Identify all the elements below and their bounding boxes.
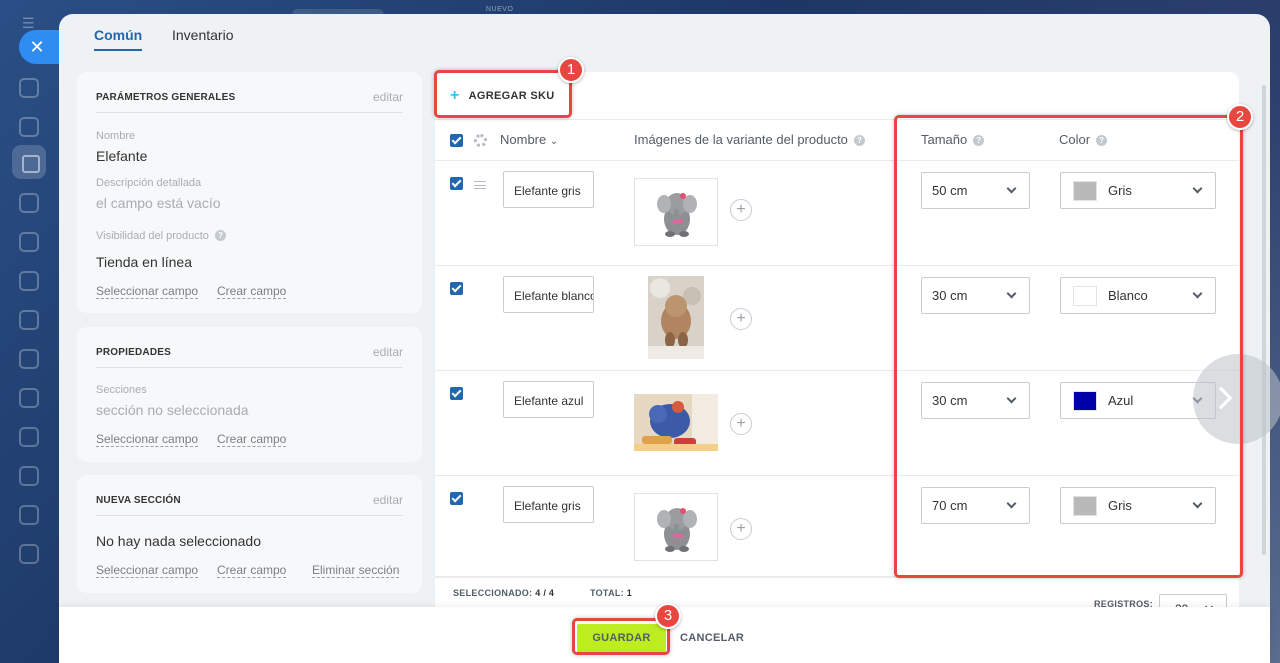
field-value-nothing-selected: No hay nada seleccionado <box>96 533 262 549</box>
selected-count: SELECCIONADO: 4 / 4 <box>453 588 555 598</box>
field-label-descripcion: Descripción detallada <box>96 177 202 189</box>
sidebar-store-icon[interactable] <box>19 388 39 408</box>
chevron-down-icon: ⌄ <box>549 136 559 147</box>
card-header: NUEVA SECCIÓN editar <box>96 492 403 516</box>
sidebar-target-icon[interactable] <box>19 427 39 447</box>
sku-name-input[interactable]: Elefante blanco <box>503 276 594 313</box>
gear-icon[interactable] <box>474 134 487 147</box>
close-icon: ✕ <box>29 37 45 57</box>
add-image-button[interactable]: + <box>730 199 752 221</box>
drag-handle-icon[interactable] <box>474 181 486 189</box>
card-header: PARÁMETROS GENERALES editar <box>96 89 403 113</box>
row-checkbox[interactable] <box>450 492 463 505</box>
sidebar-calendar-icon[interactable] <box>19 349 39 369</box>
annotation-badge-3: 3 <box>655 603 681 629</box>
product-image[interactable] <box>634 394 718 451</box>
sku-name-input[interactable]: Elefante gris <box>503 171 594 208</box>
add-image-button[interactable]: + <box>730 518 752 540</box>
card-edit-link[interactable]: editar <box>373 345 403 359</box>
annotation-badge-1: 1 <box>558 57 584 83</box>
add-image-button[interactable]: + <box>730 413 752 435</box>
card-edit-link[interactable]: editar <box>373 493 403 507</box>
select-all-checkbox[interactable] <box>450 134 463 147</box>
select-field-link[interactable]: Seleccionar campo <box>96 285 199 299</box>
sidebar-robot-icon[interactable] <box>19 193 39 213</box>
sidebar-crm-icon[interactable] <box>12 145 46 179</box>
field-label-nombre: Nombre <box>96 130 136 142</box>
card-title: PARÁMETROS GENERALES <box>96 92 236 103</box>
card-title: PROPIEDADES <box>96 347 171 358</box>
close-slider-button[interactable]: ✕ <box>19 30 59 64</box>
highlight-properties-columns <box>894 115 1243 578</box>
create-field-link[interactable]: Crear campo <box>217 433 287 447</box>
sku-name-input[interactable]: Elefante azul <box>503 381 594 418</box>
create-field-link[interactable]: Crear campo <box>217 564 287 578</box>
row-checkbox[interactable] <box>450 177 463 190</box>
tab-inventario[interactable]: Inventario <box>172 27 233 43</box>
elephant-gray-image <box>657 193 697 237</box>
product-image[interactable] <box>648 276 704 359</box>
sidebar-chat-icon[interactable] <box>19 310 39 330</box>
card-new-section: NUEVA SECCIÓN editar No hay nada selecci… <box>77 475 422 593</box>
highlight-add-sku <box>434 70 572 118</box>
elephant-white-image <box>648 276 704 359</box>
column-images-header: Imágenes de la variante del producto? <box>634 132 865 147</box>
field-value-secciones[interactable]: sección no seleccionada <box>96 402 249 418</box>
sidebar-doc-icon[interactable] <box>19 466 39 486</box>
cancel-button[interactable]: CANCELAR <box>680 624 744 653</box>
card-edit-link[interactable]: editar <box>373 90 403 104</box>
sidebar-cart-icon[interactable] <box>19 271 39 291</box>
card-title: NUEVA SECCIÓN <box>96 495 181 506</box>
product-image[interactable] <box>634 178 718 246</box>
sidebar-more-icon[interactable] <box>19 544 39 564</box>
annotation-badge-2: 2 <box>1227 104 1253 130</box>
scrollbar[interactable] <box>1262 85 1266 555</box>
field-label-secciones: Secciones <box>96 384 147 396</box>
menu-icon[interactable]: ☰ <box>22 16 35 30</box>
left-sidebar: ☰ <box>0 0 58 663</box>
top-new-label: NUEVO <box>486 6 514 13</box>
sku-name-input[interactable]: Elefante gris <box>503 486 594 523</box>
sidebar-tasks-icon[interactable] <box>19 117 39 137</box>
select-field-link[interactable]: Seleccionar campo <box>96 433 199 447</box>
card-header: PROPIEDADES editar <box>96 344 403 368</box>
sidebar-app-icon[interactable] <box>19 78 39 98</box>
column-name-header[interactable]: Nombre ⌄ <box>500 132 558 147</box>
total-count: TOTAL: 1 <box>590 588 633 598</box>
sidebar-chart-icon[interactable] <box>19 232 39 252</box>
delete-section-link[interactable]: Eliminar sección <box>312 564 400 578</box>
field-value-nombre[interactable]: Elefante <box>96 148 147 164</box>
row-checkbox[interactable] <box>450 282 463 295</box>
field-value-descripcion[interactable]: el campo está vacío <box>96 195 221 211</box>
tab-comun[interactable]: Común <box>94 27 143 51</box>
card-general-params: PARÁMETROS GENERALES editar Nombre Elefa… <box>77 72 422 313</box>
create-field-link[interactable]: Crear campo <box>217 285 287 299</box>
field-label-visibilidad: Visibilidad del producto? <box>96 230 226 242</box>
product-image[interactable] <box>634 493 718 561</box>
card-properties: PROPIEDADES editar Secciones sección no … <box>77 327 422 462</box>
select-field-link[interactable]: Seleccionar campo <box>96 564 199 578</box>
grid-footer: SELECCIONADO: 4 / 4 TOTAL: 1 REGISTROS: … <box>435 577 1239 616</box>
highlight-save <box>572 618 670 655</box>
sidebar-sign-icon[interactable] <box>19 505 39 525</box>
elephant-blue-image <box>634 394 718 451</box>
field-value-visibilidad[interactable]: Tienda en línea <box>96 254 192 270</box>
row-checkbox[interactable] <box>450 387 463 400</box>
add-image-button[interactable]: + <box>730 308 752 330</box>
help-icon[interactable]: ? <box>214 230 226 241</box>
help-icon[interactable]: ? <box>853 135 865 146</box>
elephant-gray-image <box>657 508 697 552</box>
